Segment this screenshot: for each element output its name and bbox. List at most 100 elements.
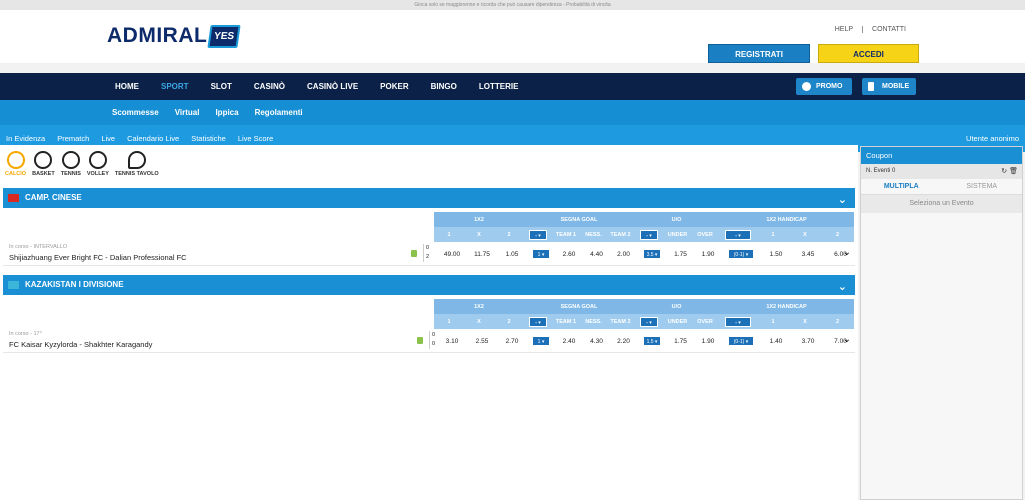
nav-casino-live[interactable]: CASINÒ LIVE	[296, 73, 369, 100]
odd-x[interactable]: 11.75	[467, 251, 497, 258]
col-2: 2	[507, 231, 511, 238]
odd-team1[interactable]: 2.40	[555, 338, 583, 345]
handicap-select[interactable]: - ▾	[725, 229, 751, 240]
score-away: 0	[431, 341, 436, 347]
login-button[interactable]: ACCEDI	[818, 44, 919, 63]
select-value: -	[535, 232, 537, 239]
mobile-label: MOBILE	[882, 83, 910, 90]
odd-2[interactable]: 2.70	[497, 338, 527, 345]
odd-hx[interactable]: 3.45	[792, 251, 824, 258]
odd-h2[interactable]: 6.00	[824, 251, 857, 258]
subnav-regolamenti[interactable]: Regolamenti	[247, 100, 311, 125]
sport-tennis-tavolo[interactable]: TENNIS TAVOLO	[115, 151, 159, 177]
nav-home[interactable]: HOME	[104, 73, 150, 100]
promo-button[interactable]: PROMO	[796, 78, 852, 95]
trash-icon[interactable]: 🗑	[1009, 168, 1018, 175]
subnav-ippica[interactable]: Ippica	[207, 100, 246, 125]
odd-x[interactable]: 2.55	[467, 338, 497, 345]
subnav-scommesse[interactable]: Scommesse	[104, 100, 167, 125]
odd-team2[interactable]: 2.00	[610, 251, 637, 258]
nav-poker[interactable]: POKER	[369, 73, 419, 100]
league-header[interactable]: CAMP. CINESE ⌄	[3, 188, 855, 208]
nav-lotterie[interactable]: LOTTERIE	[468, 73, 530, 100]
uo-select[interactable]: - ▾	[640, 229, 658, 240]
nav-casino[interactable]: CASINÒ	[243, 73, 296, 100]
odd-h1[interactable]: 1.50	[760, 251, 792, 258]
league-name: CAMP. CINESE	[25, 193, 82, 202]
match-row[interactable]: In corso - INTERVALLO Shijiazhuang Ever …	[3, 242, 855, 266]
odd-over[interactable]: 1.90	[694, 338, 722, 345]
league-header[interactable]: KAZAKISTAN I DIVISIONE ⌄	[3, 275, 855, 295]
odd-team1[interactable]: 2.60	[555, 251, 583, 258]
sport-basket[interactable]: BASKET	[32, 151, 55, 177]
goal-line-select[interactable]: 1 ▾	[532, 249, 550, 259]
lock-icon	[411, 250, 417, 257]
handicap-select[interactable]: - ▾	[725, 316, 751, 327]
tab-sistema[interactable]: SISTEMA	[942, 179, 1023, 194]
uo-line-select[interactable]: 3.5 ▾	[643, 249, 661, 259]
expand-icon[interactable]: ⌄	[843, 334, 851, 345]
goal-select[interactable]: - ▾	[529, 316, 547, 327]
odds-row: 3.10 2.55 2.70 1 ▾ 2.40 4.30 2.20 1.5 ▾ …	[437, 329, 857, 353]
odd-1[interactable]: 3.10	[437, 338, 467, 345]
odd-ness[interactable]: 4.40	[583, 251, 610, 258]
goal-line-select[interactable]: 1 ▾	[532, 336, 550, 346]
contacts-link[interactable]: CONTATTI	[862, 26, 915, 33]
odd-h2[interactable]: 7.00	[824, 338, 857, 345]
odd-under[interactable]: 1.75	[667, 251, 694, 258]
odd-under[interactable]: 1.75	[667, 338, 694, 345]
mobile-button[interactable]: MOBILE	[862, 78, 916, 95]
coupon-panel: Coupon N. Eventi 0 ↻ 🗑 MULTIPLA SISTEMA …	[860, 146, 1023, 500]
goal-select[interactable]: - ▾	[529, 229, 547, 240]
select-value: 1	[537, 339, 541, 345]
coupon-tabs: MULTIPLA SISTEMA	[861, 179, 1022, 195]
sport-calcio[interactable]: CALCIO	[5, 151, 26, 177]
col-ness: NESS.	[585, 318, 602, 325]
help-link[interactable]: HELP	[826, 26, 862, 33]
col-over: OVER	[697, 231, 713, 238]
subnav-virtual[interactable]: Virtual	[167, 100, 208, 125]
top-links: HELP CONTATTI	[826, 26, 915, 33]
handicap-line-select[interactable]: (0-1) ▾	[728, 249, 754, 259]
odd-hx[interactable]: 3.70	[792, 338, 824, 345]
col-ness: NESS.	[585, 231, 602, 238]
group-1x2: 1X2	[474, 303, 484, 310]
chevron-down-icon[interactable]: ⌄	[838, 277, 847, 297]
sport-filter: CALCIO BASKET TENNIS VOLLEY TENNIS TAVOL…	[5, 151, 165, 177]
expand-icon[interactable]: ⌄	[843, 247, 851, 258]
promo-icon	[802, 82, 811, 91]
odd-1[interactable]: 49.00	[437, 251, 467, 258]
refresh-icon[interactable]: ↻	[1001, 168, 1007, 175]
col-hx: X	[803, 318, 807, 325]
sport-tennis[interactable]: TENNIS	[61, 151, 81, 177]
chevron-down-icon[interactable]: ⌄	[838, 190, 847, 210]
nav-bingo[interactable]: BINGO	[420, 73, 468, 100]
select-value: 1	[537, 252, 541, 258]
match-row[interactable]: In corso - 17° FC Kaisar Kyzylorda - Sha…	[3, 329, 855, 353]
volleyball-icon	[88, 151, 107, 169]
coupon-events: N. Eventi 0 ↻ 🗑	[861, 164, 1022, 179]
tab-multipla[interactable]: MULTIPLA	[861, 179, 942, 194]
select-value: (0-1)	[733, 339, 745, 345]
uo-select[interactable]: - ▾	[640, 316, 658, 327]
sport-volley[interactable]: VOLLEY	[87, 151, 109, 177]
select-value: 1.5	[646, 339, 654, 345]
handicap-line-select[interactable]: (0-1) ▾	[728, 336, 754, 346]
nav-sport[interactable]: SPORT	[150, 73, 200, 100]
odd-team2[interactable]: 2.20	[610, 338, 637, 345]
col-h1: 1	[771, 318, 775, 325]
register-button[interactable]: REGISTRATI	[708, 44, 810, 63]
col-over: OVER	[697, 318, 713, 325]
sport-label: TENNIS TAVOLO	[114, 171, 159, 177]
admiral-logo[interactable]: ADMIRAL YES	[107, 22, 241, 50]
odd-2[interactable]: 1.05	[497, 251, 527, 258]
odd-over[interactable]: 1.90	[694, 251, 722, 258]
china-flag-icon	[8, 194, 19, 202]
uo-line-select[interactable]: 1.5 ▾	[643, 336, 661, 346]
promo-label: PROMO	[816, 83, 843, 90]
odd-ness[interactable]: 4.30	[583, 338, 610, 345]
odd-h1[interactable]: 1.40	[760, 338, 792, 345]
match-name[interactable]: Shijiazhuang Ever Bright FC - Dalian Pro…	[9, 253, 187, 262]
match-name[interactable]: FC Kaisar Kyzylorda - Shakhter Karagandy	[9, 340, 152, 349]
nav-slot[interactable]: SLOT	[200, 73, 243, 100]
